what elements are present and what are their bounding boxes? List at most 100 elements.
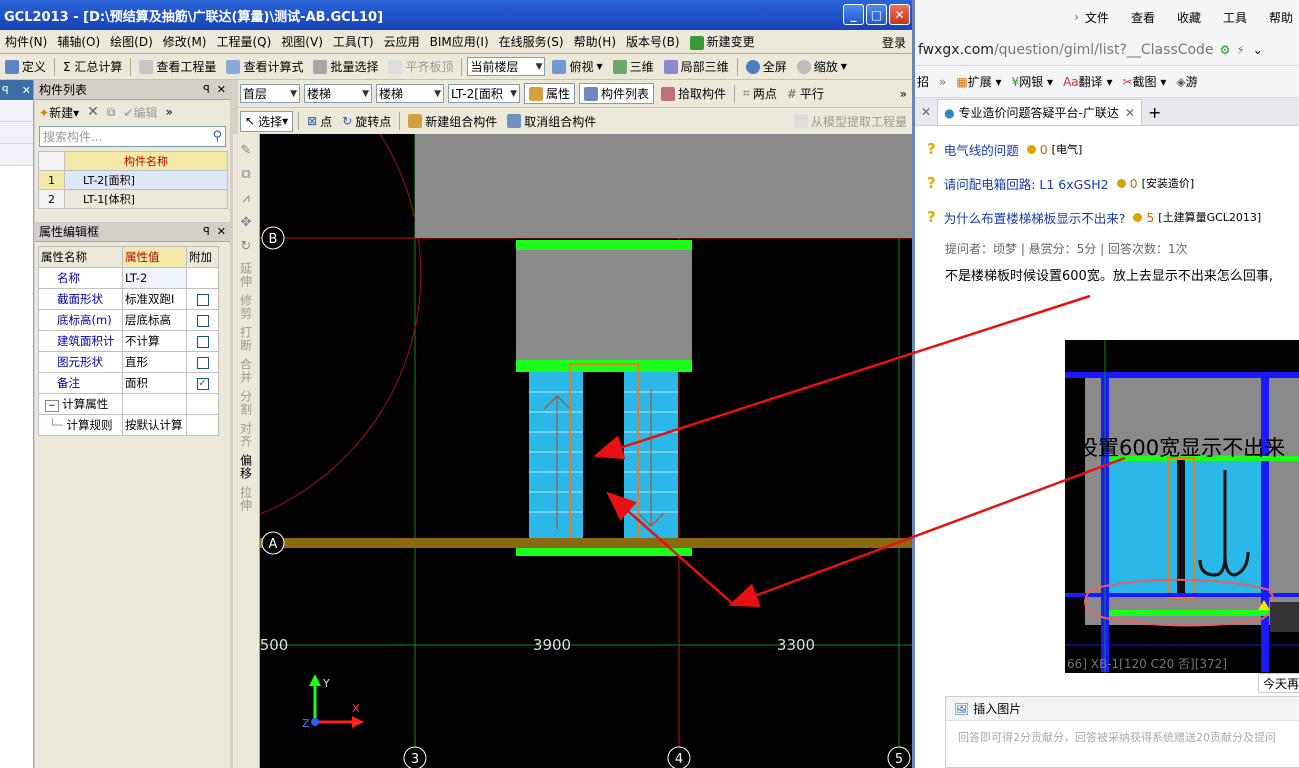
category-select[interactable]: 楼梯 ▼	[304, 84, 372, 103]
menu-online[interactable]: 在线服务(S)	[494, 33, 569, 50]
table-row[interactable]: 图元形状 直形	[38, 351, 219, 373]
extra-checkbox[interactable]	[196, 293, 209, 306]
tab-active[interactable]: ● 专业造价问题答疑平台-广联达 ✕	[937, 99, 1142, 125]
bar-item-translate[interactable]: Aa翻译 ▾	[1063, 73, 1112, 90]
view-quantity-button[interactable]: 查看工程量	[134, 58, 221, 75]
top-view-button[interactable]: 俯视 ▼	[547, 58, 607, 75]
merge-tool[interactable]: 合并	[238, 358, 255, 384]
bar-item-netbank[interactable]: ¥网银 ▾	[1012, 73, 1054, 90]
table-row[interactable]: 建筑面积计 不计算	[38, 330, 219, 352]
type-select[interactable]: 楼梯 ▼	[376, 84, 444, 103]
close-icon[interactable]: ✕	[217, 225, 226, 238]
more-icon[interactable]: »	[166, 105, 173, 119]
view-formula-button[interactable]: 查看计算式	[221, 58, 308, 75]
close-icon[interactable]: ✕	[217, 83, 226, 96]
menu-help[interactable]: 帮助(H)	[569, 33, 621, 50]
table-row[interactable]: 名称 LT-2	[38, 267, 219, 289]
question-tag[interactable]: [安装造价]	[1142, 175, 1195, 191]
3d-view-button[interactable]: 三维	[608, 58, 659, 75]
chevron-down-icon[interactable]: ⌄	[1253, 43, 1263, 57]
drawing-canvas[interactable]: B A 3 4 5 500 3900 3300 Y X Z	[260, 134, 912, 768]
brush-icon[interactable]: ✎	[238, 143, 254, 159]
floor-select[interactable]: 首层 ▼	[240, 84, 300, 103]
question-tag[interactable]: [电气]	[1052, 141, 1083, 157]
two-point-button[interactable]: ⌗ 两点	[738, 85, 782, 102]
menu-modify[interactable]: 修改(M)	[158, 33, 212, 50]
menu-component[interactable]: 构件(N)	[0, 33, 52, 50]
new-component-button[interactable]: ✦新建▾	[39, 104, 79, 121]
menu-new-change[interactable]: 新建变更	[685, 33, 760, 50]
prop-value[interactable]: 面积	[122, 372, 187, 394]
summary-calc-button[interactable]: Σ 汇总计算	[58, 58, 127, 75]
menu-quantity[interactable]: 工程量(Q)	[211, 33, 276, 50]
prop-value[interactable]: 层底标高	[122, 309, 187, 331]
minimize-button[interactable]: _	[843, 4, 864, 25]
menu-draw[interactable]: 绘图(D)	[105, 33, 158, 50]
address-bar[interactable]: fwxgx.com/question/giml/list?__ClassCode…	[915, 34, 1299, 66]
align-slab-top-button[interactable]: 平齐板顶	[383, 58, 458, 75]
parallel-button[interactable]: # 平行	[782, 85, 829, 102]
table-row[interactable]: 备注 面积 ✓	[38, 372, 219, 394]
new-tab-button[interactable]: +	[1142, 99, 1167, 125]
bar-item-games[interactable]: ◈游	[1176, 73, 1197, 90]
split-tool[interactable]: 分割	[238, 390, 255, 416]
menu-tools[interactable]: 工具(T)	[328, 33, 379, 50]
batch-select-button[interactable]: 批量选择	[308, 58, 383, 75]
floor-scope-select[interactable]: 当前楼层 ▼	[467, 57, 546, 76]
mirror-icon[interactable]: ⩘	[238, 191, 254, 207]
prop-value[interactable]: 按默认计算	[122, 414, 187, 436]
tab-close-icon[interactable]: ✕	[915, 99, 937, 125]
point-tool-button[interactable]: ⊠ 点	[302, 113, 337, 130]
search-icon[interactable]: ⚲	[212, 129, 222, 144]
stretch-tool[interactable]: 拉伸	[238, 486, 255, 512]
maximize-button[interactable]: □	[866, 4, 887, 25]
chevron-right-icon[interactable]: ›	[1074, 10, 1079, 24]
trim-tool[interactable]: 修剪	[238, 294, 255, 320]
question-link[interactable]: 为什么布置楼梯梯板显示不出来?	[944, 208, 1126, 227]
cancel-group-button[interactable]: 取消组合构件	[502, 113, 601, 130]
prop-value[interactable]: LT-2	[122, 267, 187, 289]
pin-icon[interactable]: ꟼ	[203, 83, 210, 96]
menu-bim[interactable]: BIM应用(I)	[425, 33, 494, 50]
question-tag[interactable]: [土建算量GCL2013]	[1158, 209, 1261, 225]
copy-icon[interactable]: ⧉	[107, 105, 116, 120]
answer-input[interactable]: 回答即可得2分贡献分，回答被采纳获得系统赠送20贡献分及提问	[946, 721, 1299, 753]
fullscreen-button[interactable]: 全屏	[741, 58, 792, 75]
insert-image-button[interactable]: 🖼 插入图片	[946, 697, 1299, 721]
select-tool-button[interactable]: ↖ 选择 ▾	[240, 110, 294, 132]
pin-icon[interactable]: ꟼ	[203, 225, 210, 238]
prop-value[interactable]: 直形	[122, 351, 187, 373]
double-chevron-icon[interactable]: »	[939, 75, 946, 89]
prop-value[interactable]: 标准双跑I	[122, 288, 187, 310]
browser-menu-tools[interactable]: 工具	[1223, 9, 1247, 26]
close-button[interactable]: ✕	[889, 4, 910, 25]
component-search-input[interactable]: 搜索构件... ⚲	[39, 126, 226, 147]
menu-aux-axis[interactable]: 辅轴(O)	[52, 33, 105, 50]
table-row[interactable]: 截面形状 标准双跑I	[38, 288, 219, 310]
table-row[interactable]: 底标高(m) 层底标高	[38, 309, 219, 331]
define-button[interactable]: 定义	[0, 58, 51, 75]
speed-icon[interactable]: ⚡	[1236, 43, 1244, 57]
pin-icon[interactable]: ꟼ	[2, 84, 9, 97]
rotate-point-button[interactable]: ↻ 旋转点	[337, 113, 396, 130]
prop-value[interactable]: 不计算	[122, 330, 187, 352]
security-icon[interactable]: ⚙	[1220, 43, 1231, 57]
browser-menu-help[interactable]: 帮助	[1269, 9, 1293, 26]
extract-quantity-button[interactable]: 从模型提取工程量	[789, 113, 912, 130]
align-tool[interactable]: 对齐	[238, 422, 255, 448]
close-icon[interactable]: ✕	[22, 84, 31, 97]
offset-tool[interactable]: 偏移	[238, 454, 255, 480]
menu-view[interactable]: 视图(V)	[276, 33, 328, 50]
bar-item-screenshot[interactable]: ✂截图 ▾	[1122, 73, 1166, 90]
properties-button[interactable]: 属性	[524, 83, 576, 104]
bar-item-extensions[interactable]: ▦扩展 ▾	[956, 73, 1001, 90]
copy-icon[interactable]: ⧉	[238, 167, 254, 183]
pick-component-button[interactable]: 拾取构件	[656, 85, 731, 102]
browser-menu-view[interactable]: 查看	[1131, 9, 1155, 26]
edit-button[interactable]: ✔编辑	[123, 104, 157, 121]
bar-item-clip[interactable]: 招	[917, 73, 929, 90]
component-select[interactable]: LT-2[面积 ▼	[448, 84, 520, 103]
local-3d-button[interactable]: 局部三维	[659, 58, 734, 75]
extra-checkbox[interactable]	[196, 314, 209, 327]
table-row[interactable]: └─ 计算规则 按默认计算	[38, 414, 219, 436]
